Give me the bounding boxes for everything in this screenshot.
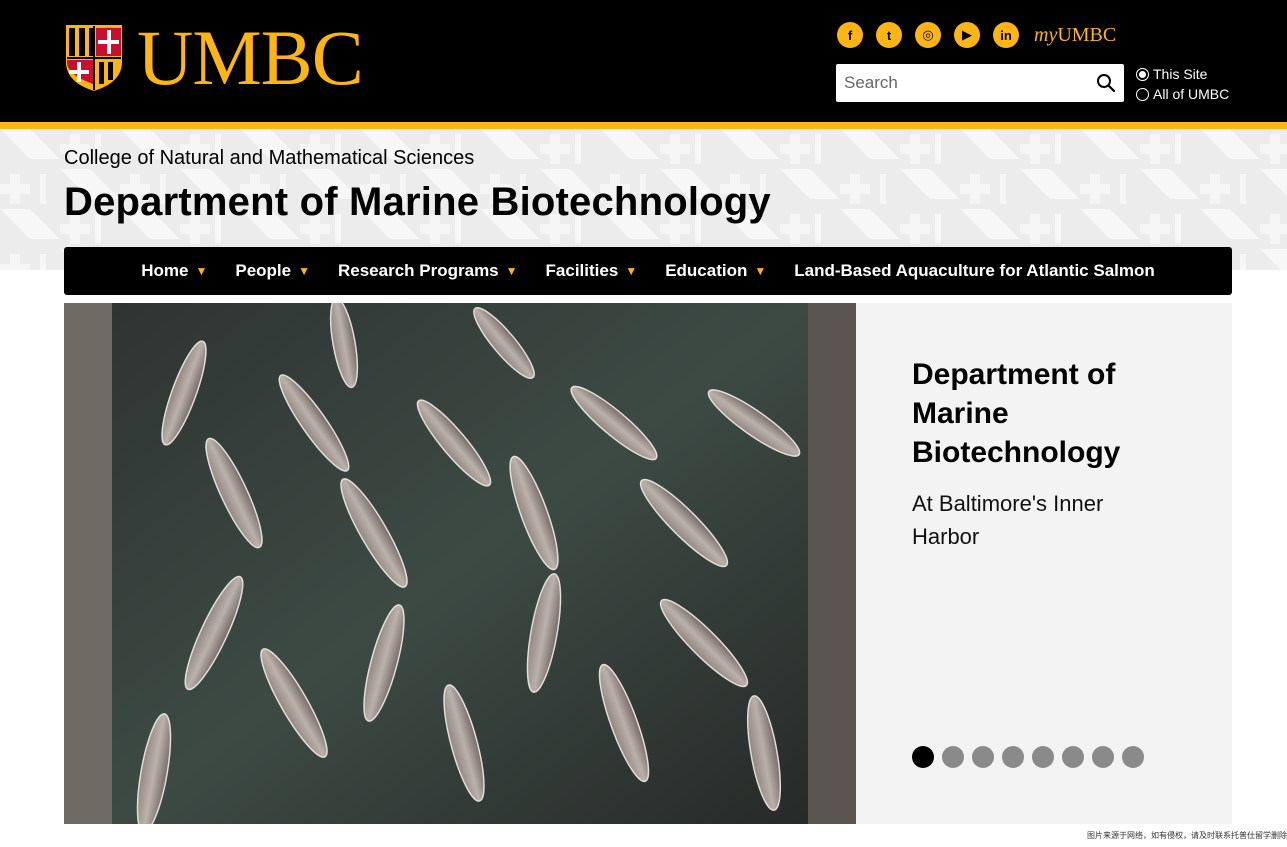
slide-dot-3[interactable] <box>972 746 994 768</box>
image-credit: 图片来源于网络，如有侵权，请及时联系托普仕留学删除 <box>1087 831 1287 840</box>
chevron-down-icon: ▼ <box>505 264 518 278</box>
hero-image <box>64 303 856 824</box>
nav-item-salmon[interactable]: Land-Based Aquaculture for Atlantic Salm… <box>794 261 1155 281</box>
hero-caption-panel: Department of Marine Biotechnology At Ba… <box>856 303 1232 824</box>
linkedin-icon[interactable]: in <box>993 22 1019 48</box>
gold-divider <box>0 122 1287 129</box>
scope-this-site[interactable]: This Site <box>1136 64 1229 84</box>
chevron-down-icon: ▼ <box>754 264 767 278</box>
scope-all-label: All of UMBC <box>1153 86 1230 102</box>
chevron-down-icon: ▼ <box>625 264 638 278</box>
fish-school-image <box>64 303 856 824</box>
scope-all-umbc[interactable]: All of UMBC <box>1136 84 1229 104</box>
logo-wordmark: UMBC <box>137 14 364 101</box>
nav-people-label: People <box>235 261 292 280</box>
social-links: f t ◎ ▶ in myUMBC <box>837 22 1116 48</box>
search-input[interactable] <box>836 73 1086 93</box>
slide-dot-4[interactable] <box>1002 746 1024 768</box>
chevron-down-icon: ▼ <box>298 264 310 278</box>
hero-title: Department of Marine Biotechnology <box>912 358 1121 469</box>
maryland-shield-icon <box>64 23 124 94</box>
myumbc-suffix: UMBC <box>1057 23 1117 46</box>
nav-home-label: Home <box>141 261 189 280</box>
college-name[interactable]: College of Natural and Mathematical Scie… <box>64 147 474 170</box>
search-box <box>836 64 1124 102</box>
main-nav: Home ▼ People ▼ Research Programs ▼ Facilit… <box>64 247 1232 295</box>
site-header: UMBC f t ◎ ▶ in myUMBC This Site All of … <box>0 0 1287 122</box>
nav-item-facilities[interactable]: Facilities ▼ <box>546 261 638 281</box>
nav-salmon-label: Land-Based Aquaculture for Atlantic Salm… <box>794 261 1155 280</box>
radio-all-umbc[interactable] <box>1136 87 1149 101</box>
slide-dot-6[interactable] <box>1062 746 1084 768</box>
twitter-icon[interactable]: t <box>876 22 902 48</box>
instagram-icon[interactable]: ◎ <box>915 22 941 48</box>
page-title[interactable]: Department of Marine Biotechnology <box>64 180 771 225</box>
nav-item-research-programs[interactable]: Research Programs ▼ <box>338 261 518 281</box>
nav-item-home[interactable]: Home ▼ <box>141 261 207 281</box>
slide-dot-2[interactable] <box>942 746 964 768</box>
slide-dot-1[interactable] <box>912 746 934 768</box>
myumbc-link[interactable]: myUMBC <box>1034 24 1116 47</box>
youtube-icon[interactable]: ▶ <box>954 22 980 48</box>
facebook-icon[interactable]: f <box>837 22 863 48</box>
search-scope: This Site All of UMBC <box>1136 64 1229 104</box>
hero-subtitle: At Baltimore's Inner Harbor <box>912 491 1104 549</box>
nav-facilities-label: Facilities <box>545 261 619 280</box>
scope-this-site-label: This Site <box>1153 66 1208 82</box>
slide-dot-7[interactable] <box>1092 746 1114 768</box>
slide-dot-5[interactable] <box>1032 746 1054 768</box>
search-icon[interactable] <box>1096 73 1116 93</box>
nav-item-people[interactable]: People ▼ <box>235 261 310 281</box>
nav-research-label: Research Programs <box>338 261 499 280</box>
slide-indicators <box>912 746 1152 768</box>
radio-this-site[interactable] <box>1136 67 1149 81</box>
chevron-down-icon: ▼ <box>195 264 208 278</box>
slide-dot-8[interactable] <box>1122 746 1144 768</box>
umbc-logo[interactable]: UMBC <box>63 14 364 101</box>
myumbc-prefix: my <box>1034 23 1058 46</box>
nav-item-education[interactable]: Education ▼ <box>665 261 766 281</box>
nav-education-label: Education <box>665 261 748 280</box>
